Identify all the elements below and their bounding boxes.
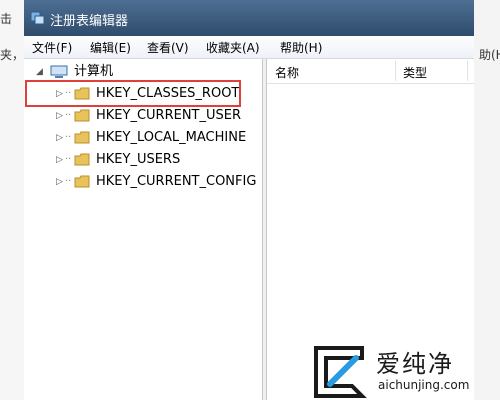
highlight-box — [25, 80, 241, 107]
window-title: 注册表编辑器 — [50, 14, 129, 29]
watermark-brand: 爱纯净 — [376, 350, 454, 378]
tree-root-label: 计算机 — [74, 64, 114, 79]
folder-icon — [74, 153, 90, 166]
tree-item-label: HKEY_CURRENT_CONFIG — [96, 174, 257, 189]
collapse-arrow-icon[interactable]: ◢ — [36, 62, 43, 82]
folder-icon — [74, 131, 90, 144]
menu-edit[interactable]: 编辑(E) — [90, 39, 131, 56]
tree-connector: ·· — [65, 110, 72, 121]
watermark-url: aichunjing.com — [378, 378, 470, 392]
column-header-name[interactable]: 名称 — [275, 64, 299, 81]
computer-icon — [50, 65, 68, 78]
watermark: 爱纯净 aichunjing.com — [306, 344, 500, 400]
background-text: 助(H — [479, 48, 500, 62]
background-document-right: 助(H — [473, 0, 500, 400]
expand-arrow-icon[interactable]: ▷ — [56, 128, 63, 148]
tree-pane[interactable]: ◢ 计算机 ▷ ·· HKEY_CLASSES_ROOT ▷ ·· HKEY_C… — [24, 59, 263, 400]
expand-arrow-icon[interactable]: ▷ — [56, 172, 63, 192]
menu-view[interactable]: 查看(V) — [147, 39, 189, 56]
tree-connector: ·· — [65, 154, 72, 165]
column-divider[interactable] — [467, 61, 468, 81]
column-header-type[interactable]: 类型 — [403, 64, 427, 81]
column-divider[interactable] — [395, 61, 396, 81]
menu-bar: 文件(F) 编辑(E) 查看(V) 收藏夹(A) 帮助(H) — [24, 36, 474, 59]
folder-icon — [74, 175, 90, 188]
tree-item-label: HKEY_USERS — [96, 152, 181, 167]
expand-arrow-icon[interactable]: ▷ — [56, 106, 63, 126]
registry-app-icon — [30, 11, 45, 25]
title-bar[interactable]: 注册表编辑器 — [24, 0, 474, 36]
brand-logo-icon — [314, 346, 367, 398]
folder-icon — [74, 109, 90, 122]
list-header: 名称 类型 — [267, 59, 474, 84]
menu-help[interactable]: 帮助(H) — [280, 39, 322, 56]
tree-item-label: HKEY_LOCAL_MACHINE — [96, 130, 247, 145]
menu-file[interactable]: 文件(F) — [32, 39, 72, 56]
tree-connector: ·· — [65, 176, 72, 187]
tree-item-label: HKEY_CURRENT_USER — [96, 108, 242, 123]
menu-favorites[interactable]: 收藏夹(A) — [206, 39, 260, 56]
registry-editor-window: 注册表编辑器 文件(F) 编辑(E) 查看(V) 收藏夹(A) 帮助(H) ◢ … — [24, 0, 474, 400]
tree-connector: ·· — [65, 132, 72, 143]
expand-arrow-icon[interactable]: ▷ — [56, 150, 63, 170]
